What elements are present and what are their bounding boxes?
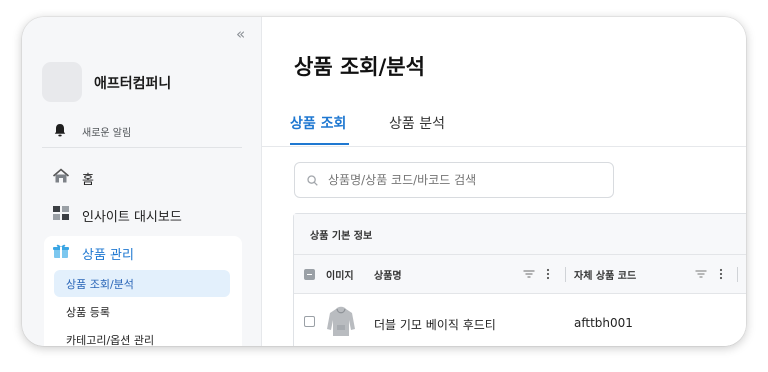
- product-thumbnail: [326, 305, 356, 340]
- sidebar-item-label: 홈: [82, 172, 94, 188]
- sidebar-subitem-category-option[interactable]: 카테고리/옵션 관리: [54, 326, 230, 347]
- table-row[interactable]: 더블 기모 베이직 후드티 afttbh001: [294, 294, 746, 346]
- column-separator[interactable]: [737, 267, 738, 282]
- collapse-sidebar-button[interactable]: «: [236, 25, 245, 43]
- sidebar-item-dashboard[interactable]: 인사이트 대시보드: [52, 203, 182, 227]
- row-checkbox[interactable]: [304, 316, 315, 330]
- search-icon: [307, 171, 318, 190]
- page-title: 상품 조회/분석: [294, 55, 425, 79]
- sidebar-subitem-label: 상품 조회/분석: [66, 277, 134, 291]
- checkbox[interactable]: [304, 316, 315, 327]
- column-header-sku-code[interactable]: 자체 상품 코드: [574, 255, 636, 293]
- product-search-box[interactable]: [294, 162, 614, 198]
- bell-icon: [54, 122, 66, 141]
- main-content: 상품 조회/분석 상품 조회 상품 분석 상품 기본 정보: [262, 17, 746, 346]
- product-grid: 상품 기본 정보 이미지 상품명 자체 상품 코드 더블 기모 베이직 후드티 …: [293, 213, 746, 346]
- company-name: 애프터컴퍼니: [94, 76, 172, 92]
- sidebar-subitem-product-search[interactable]: 상품 조회/분석: [54, 270, 230, 297]
- sidebar-item-label: 상품 관리: [82, 247, 134, 263]
- filter-icon[interactable]: [695, 255, 707, 293]
- sidebar-item-products[interactable]: 상품 관리: [52, 241, 134, 265]
- sidebar: « 애프터컴퍼니 새로운 알림 홈 인사이트 대시보드 상품 관리 상품 조회/…: [22, 17, 262, 346]
- search-input[interactable]: [326, 172, 600, 188]
- active-tab-indicator: [290, 143, 349, 145]
- sidebar-subitem-label: 상품 등록: [66, 305, 110, 319]
- sidebar-divider: [42, 147, 242, 148]
- home-icon: [52, 168, 70, 188]
- filter-icon[interactable]: [523, 255, 535, 293]
- column-menu-icon[interactable]: [546, 255, 550, 293]
- product-name-cell: 더블 기모 베이직 후드티: [374, 318, 496, 332]
- sku-code-cell: afttbh001: [574, 316, 633, 330]
- sidebar-subitem-label: 카테고리/옵션 관리: [66, 333, 155, 347]
- column-header-image[interactable]: 이미지: [326, 255, 354, 293]
- tab-product-analysis[interactable]: 상품 분석: [389, 113, 445, 133]
- sidebar-item-label: 인사이트 대시보드: [82, 209, 182, 225]
- sidebar-subitem-product-register[interactable]: 상품 등록: [54, 298, 230, 325]
- gift-icon: [52, 243, 70, 263]
- grid-group-header: 상품 기본 정보: [294, 214, 746, 255]
- grid-column-header: 이미지 상품명 자체 상품 코드: [294, 255, 746, 294]
- tabs-divider: [262, 146, 746, 147]
- notifications-label: 새로운 알림: [82, 127, 132, 139]
- column-header-product-name[interactable]: 상품명: [374, 255, 402, 293]
- tab-product-search[interactable]: 상품 조회: [290, 113, 346, 133]
- select-all-checkbox[interactable]: [304, 255, 315, 293]
- column-separator[interactable]: [565, 267, 566, 282]
- company-logo: [42, 62, 82, 102]
- sidebar-item-home[interactable]: 홈: [52, 166, 94, 190]
- app-window: « 애프터컴퍼니 새로운 알림 홈 인사이트 대시보드 상품 관리 상품 조회/…: [22, 17, 746, 346]
- checkbox[interactable]: [304, 268, 315, 280]
- group-header-label: 상품 기본 정보: [310, 230, 373, 242]
- notifications-item[interactable]: 새로운 알림: [54, 121, 131, 141]
- dashboard-icon: [52, 205, 70, 225]
- column-menu-icon[interactable]: [719, 255, 723, 293]
